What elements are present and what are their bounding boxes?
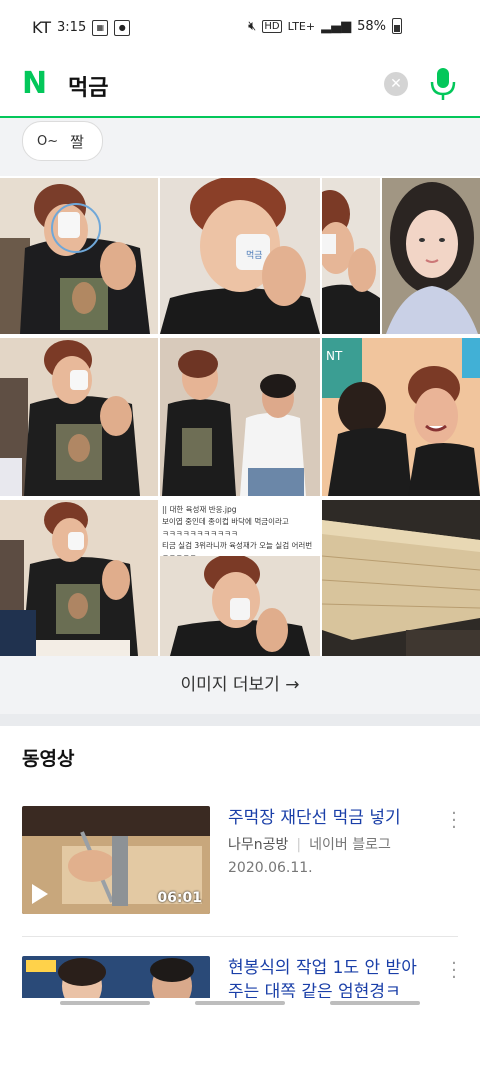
more-images-label: 이미지 더보기 →: [180, 675, 300, 695]
image-result-6[interactable]: [160, 338, 320, 496]
image-result-9[interactable]: || 대한 육성재 반응.jpg 보이엽 중인데 종이컵 바닥에 먹금이라고 ㅋ…: [160, 500, 320, 656]
caption-line-3: ㅋㅋㅋㅋㅋㅋㅋㅋㅋㅋㅋ: [162, 529, 238, 538]
photo-seated-drinking: [0, 338, 158, 496]
status-bar: KT 3:15 ▦ ● 🔇︎ HD LTE+ ▂▄▆ 58%: [0, 0, 480, 60]
photo-wood-planks: [322, 500, 480, 656]
app-notification-icon: ●: [114, 19, 131, 36]
image-result-3[interactable]: [322, 178, 380, 334]
video-source[interactable]: 나무n공방: [228, 837, 288, 853]
meta-separator: |: [296, 837, 302, 853]
battery-percent: 58%: [357, 18, 386, 34]
photo-seated-cup: [0, 500, 158, 656]
photo-drinking-cup: [0, 178, 158, 334]
battery-icon: [392, 18, 402, 34]
caption-line-4: 티금 실검 3위라니까 육성재가 오늘 실검 어러번: [162, 541, 313, 550]
image-grid: 먹금 NT || 대한 육성재 반응.jpg 보이엽 중인데 종이컵 바닥에 먹…: [0, 178, 480, 656]
gallery-notification-icon: ▦: [92, 19, 109, 36]
search-input[interactable]: 먹금: [68, 70, 108, 102]
nav-home-gesture[interactable]: [195, 1001, 285, 1005]
image-result-5[interactable]: [0, 338, 158, 496]
image-result-4[interactable]: [382, 178, 480, 334]
video-date: 2020.06.11.: [228, 860, 313, 876]
more-images-button[interactable]: 이미지 더보기 →: [0, 656, 480, 714]
close-icon: ✕: [390, 76, 402, 92]
image-result-1[interactable]: [0, 178, 158, 334]
more-options-icon[interactable]: · · ·: [450, 955, 458, 987]
photo-laughing: NT: [322, 338, 480, 496]
caption-line-2: 보이엽 중인데 종이컵 바닥에 먹금이라고: [162, 517, 289, 526]
hd-badge: HD: [262, 19, 282, 33]
video-title[interactable]: 주먹장 재단선 먹금 넣기: [228, 806, 428, 830]
image-result-8[interactable]: [0, 500, 158, 656]
filter-chips: O~ 짤: [0, 118, 480, 176]
image-result-10[interactable]: [322, 500, 480, 656]
network-label: LTE+: [287, 19, 316, 33]
clock: 3:15: [57, 20, 87, 35]
photo-cup-meme: [160, 556, 320, 656]
status-right: 🔇︎ HD LTE+ ▂▄▆ 58%: [248, 18, 402, 34]
chip-jjal[interactable]: O~ 짤: [22, 121, 103, 161]
caption-line-1: || 대한 육성재 반응.jpg: [162, 505, 237, 514]
navigation-bar: [0, 998, 480, 1013]
video-platform: 네이버 블로그: [309, 837, 391, 853]
carrier-label: KT: [32, 18, 52, 37]
more-options-icon[interactable]: · · ·: [450, 805, 458, 837]
video-thumbnail[interactable]: [22, 956, 210, 1000]
nav-recents-gesture[interactable]: [330, 1001, 420, 1005]
photo-cup-closeup: 먹금: [160, 178, 320, 334]
mute-icon: 🔇︎: [248, 18, 257, 34]
clear-search-button[interactable]: ✕: [384, 72, 408, 96]
nav-back-gesture[interactable]: [60, 1001, 150, 1005]
naver-logo[interactable]: N: [22, 69, 52, 99]
search-bar: N 먹금 ✕: [0, 60, 480, 118]
video-duration: 06:01: [157, 890, 202, 906]
caption-text-block: || 대한 육성재 반응.jpg 보이엽 중인데 종이컵 바닥에 먹금이라고 ㅋ…: [162, 504, 318, 564]
item-separator: [22, 936, 458, 937]
video-item[interactable]: 06:01 주먹장 재단선 먹금 넣기 나무n공방 | 네이버 블로그 2020.0…: [22, 805, 458, 918]
chip-icon: O~: [37, 133, 59, 149]
section-divider: [0, 714, 480, 726]
chip-label: 짤: [70, 132, 84, 151]
video-thumbnail[interactable]: 06:01: [22, 806, 210, 914]
microphone-icon[interactable]: [428, 66, 458, 102]
image-result-2[interactable]: 먹금: [160, 178, 320, 334]
status-left: KT 3:15 ▦ ●: [32, 18, 131, 37]
photo-woman-portrait: [382, 178, 480, 334]
video-title[interactable]: 현봉식의 작업 1도 안 받아 주는 대쪽 같은 엄현경ㅋ: [228, 956, 428, 1004]
thumbnail-tv-show: [22, 956, 210, 1000]
video-meta: 나무n공방 | 네이버 블로그: [228, 834, 391, 854]
signal-icon: ▂▄▆: [321, 18, 352, 34]
photo-two-men: [160, 338, 320, 496]
svg-text:먹금: 먹금: [246, 250, 263, 261]
videos-section-title: 동영상: [22, 748, 75, 770]
image-result-7[interactable]: NT: [322, 338, 480, 496]
play-icon: [32, 884, 48, 904]
photo-cup-cropped: [322, 178, 380, 334]
svg-text:NT: NT: [326, 349, 343, 363]
